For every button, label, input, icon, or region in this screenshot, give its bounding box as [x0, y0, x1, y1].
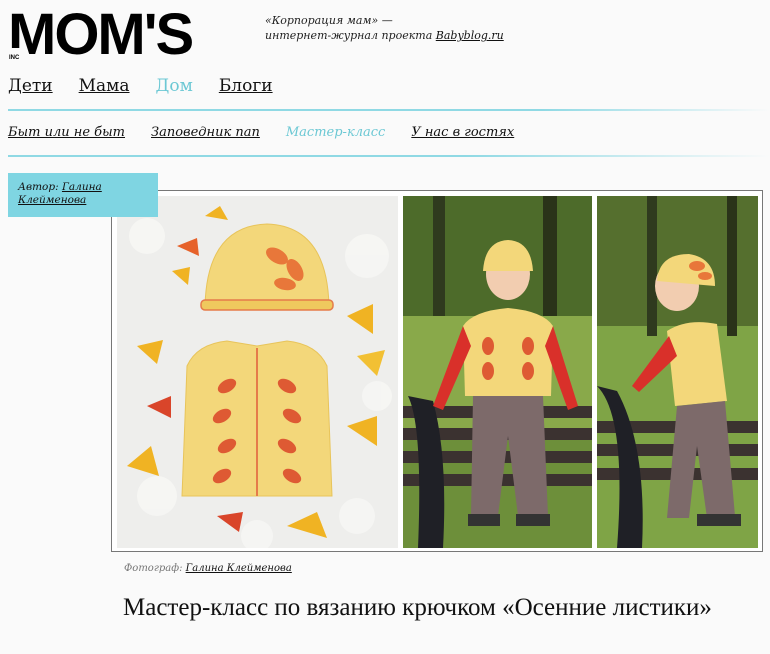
nav-item-deti[interactable]: Дети	[8, 76, 53, 96]
subnav-item-master-klass[interactable]: Мастер-класс	[286, 125, 385, 140]
main-nav: Дети Мама Дом Блоги	[8, 76, 273, 96]
babyblog-link[interactable]: Babyblog.ru	[436, 29, 504, 42]
article-title: Мастер-класс по вязанию крючком «Осенние…	[123, 594, 712, 621]
nav-item-mama[interactable]: Мама	[79, 76, 130, 96]
tagline-line2: интернет-журнал проекта	[265, 29, 433, 42]
subnav-divider	[8, 155, 770, 157]
tagline: «Корпорация мам» — интернет-журнал проек…	[265, 13, 525, 43]
subnav-item-zapovednik[interactable]: Заповедник пап	[151, 125, 260, 140]
photo-child-side[interactable]	[597, 196, 758, 548]
photo-frame	[111, 190, 763, 552]
photographer-link[interactable]: Галина Клейменова	[186, 563, 292, 574]
photo-credit: Фотограф: Галина Клейменова	[124, 563, 292, 574]
photo-child-front[interactable]	[403, 196, 592, 548]
subnav-item-byt[interactable]: Быт или не быт	[8, 125, 125, 140]
subnav-item-v-gostyah[interactable]: У нас в гостях	[411, 125, 514, 140]
nav-divider	[8, 109, 770, 111]
photo-credit-prefix: Фотограф:	[124, 563, 183, 574]
logo-inc: INC	[9, 55, 20, 61]
nav-item-dom[interactable]: Дом	[156, 76, 193, 96]
sub-nav: Быт или не быт Заповедник пап Мастер-кла…	[8, 125, 514, 140]
logo-text: MOM'S	[8, 6, 193, 62]
author-prefix: Автор:	[18, 181, 59, 193]
author-box: Автор: Галина Клейменова	[8, 173, 158, 217]
tagline-line1: «Корпорация мам» —	[265, 14, 393, 27]
photo-knitwear[interactable]	[117, 196, 398, 548]
moms-logo[interactable]: MOM'S INC	[8, 6, 253, 62]
nav-item-blogi[interactable]: Блоги	[219, 76, 273, 96]
